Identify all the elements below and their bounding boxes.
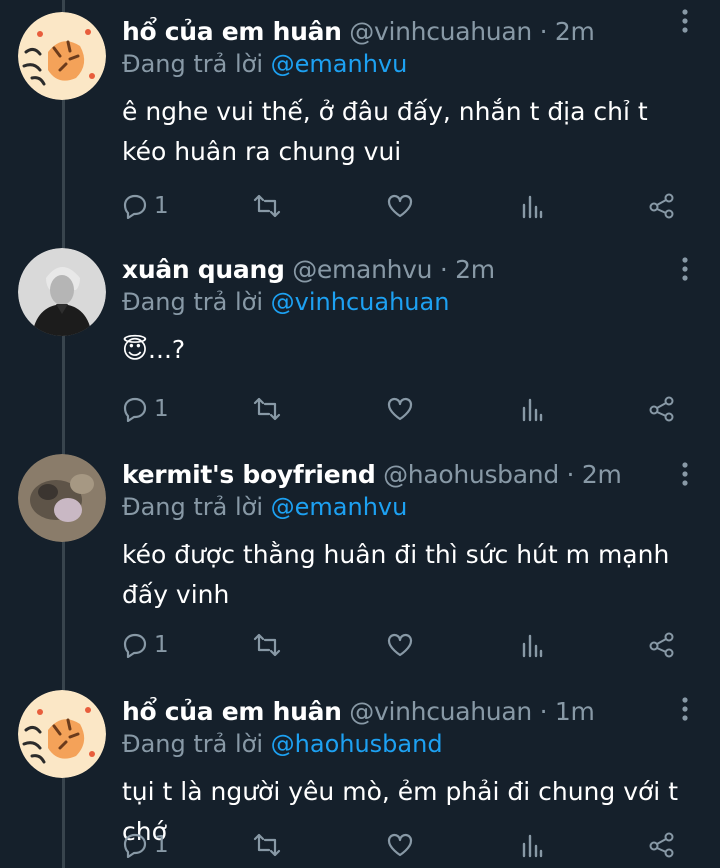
user-handle[interactable]: @haohusband [383, 460, 559, 489]
like-button[interactable] [386, 628, 414, 662]
analytics-button[interactable] [520, 392, 544, 426]
share-icon [648, 632, 676, 658]
replying-to-label: Đang trả lời [122, 730, 264, 758]
tiger-avatar[interactable] [18, 12, 106, 100]
share-icon [648, 193, 676, 219]
reply-count: 1 [154, 632, 169, 658]
retweet-icon [252, 396, 282, 422]
retweet-icon [252, 632, 282, 658]
retweet-button[interactable] [252, 392, 282, 426]
like-button[interactable] [386, 828, 414, 862]
display-name[interactable]: hổ của em huân [122, 697, 342, 726]
reply-icon [122, 193, 148, 219]
reply-button[interactable]: 1 [122, 628, 169, 662]
share-button[interactable] [648, 628, 676, 662]
tweet[interactable]: hổ của em huân @vinhcuahuan · 2m Đang tr… [0, 0, 720, 240]
display-name[interactable]: xuân quang [122, 255, 285, 284]
reply-to-link[interactable]: @vinhcuahuan [271, 288, 450, 316]
share-icon [648, 832, 676, 858]
share-icon [648, 396, 676, 422]
blurry-cat-avatar[interactable] [18, 454, 106, 542]
reply-icon [122, 396, 148, 422]
timestamp: · 2m [439, 255, 495, 284]
like-icon [386, 832, 414, 858]
like-button[interactable] [386, 392, 414, 426]
retweet-icon [252, 832, 282, 858]
tweet-text: 😇...? [122, 335, 186, 364]
retweet-button[interactable] [252, 628, 282, 662]
analytics-button[interactable] [520, 628, 544, 662]
timestamp: · 2m [539, 17, 595, 46]
reply-to-link[interactable]: @emanhvu [271, 493, 408, 521]
share-button[interactable] [648, 828, 676, 862]
user-handle[interactable]: @vinhcuahuan [349, 17, 532, 46]
analytics-icon [520, 396, 544, 422]
reply-icon [122, 832, 148, 858]
like-button[interactable] [386, 189, 414, 223]
tweet[interactable]: kermit's boyfriend @haohusband · 2m Đang… [0, 445, 720, 675]
analytics-icon [520, 832, 544, 858]
more-icon[interactable] [680, 696, 690, 722]
like-icon [386, 396, 414, 422]
reply-icon [122, 632, 148, 658]
retweet-icon [252, 193, 282, 219]
more-icon[interactable] [680, 8, 690, 34]
more-icon[interactable] [680, 256, 690, 282]
analytics-button[interactable] [520, 189, 544, 223]
replying-to-label: Đang trả lời [122, 493, 264, 521]
analytics-icon [520, 632, 544, 658]
reply-button[interactable]: 1 [122, 828, 169, 862]
retweet-button[interactable] [252, 828, 282, 862]
like-icon [386, 632, 414, 658]
analytics-icon [520, 193, 544, 219]
reply-to-link[interactable]: @haohusband [271, 730, 443, 758]
display-name[interactable]: kermit's boyfriend [122, 460, 376, 489]
timestamp: · 2m [566, 460, 622, 489]
reply-button[interactable]: 1 [122, 392, 169, 426]
like-icon [386, 193, 414, 219]
user-handle[interactable]: @emanhvu [292, 255, 432, 284]
tweet-text: kéo được thằng huân đi thì sức hút m mạn… [122, 540, 670, 609]
user-handle[interactable]: @vinhcuahuan [349, 697, 532, 726]
tweet[interactable]: hổ của em huân @vinhcuahuan · 1m Đang tr… [0, 680, 720, 868]
replying-to-label: Đang trả lời [122, 50, 264, 78]
timestamp: · 1m [539, 697, 595, 726]
tiger-avatar[interactable] [18, 690, 106, 778]
retweet-button[interactable] [252, 189, 282, 223]
reply-button[interactable]: 1 [122, 189, 169, 223]
display-name[interactable]: hổ của em huân [122, 17, 342, 46]
share-button[interactable] [648, 189, 676, 223]
tweet-text: ê nghe vui thế, ở đâu đấy, nhắn t địa ch… [122, 97, 648, 166]
share-button[interactable] [648, 392, 676, 426]
replying-to-label: Đang trả lời [122, 288, 264, 316]
analytics-button[interactable] [520, 828, 544, 862]
reply-count: 1 [154, 396, 169, 422]
reply-count: 1 [154, 193, 169, 219]
reply-count: 1 [154, 832, 169, 858]
person-photo-avatar[interactable] [18, 248, 106, 336]
tweet[interactable]: xuân quang @emanhvu · 2m Đang trả lời @v… [0, 238, 720, 448]
more-icon[interactable] [680, 461, 690, 487]
reply-to-link[interactable]: @emanhvu [271, 50, 408, 78]
